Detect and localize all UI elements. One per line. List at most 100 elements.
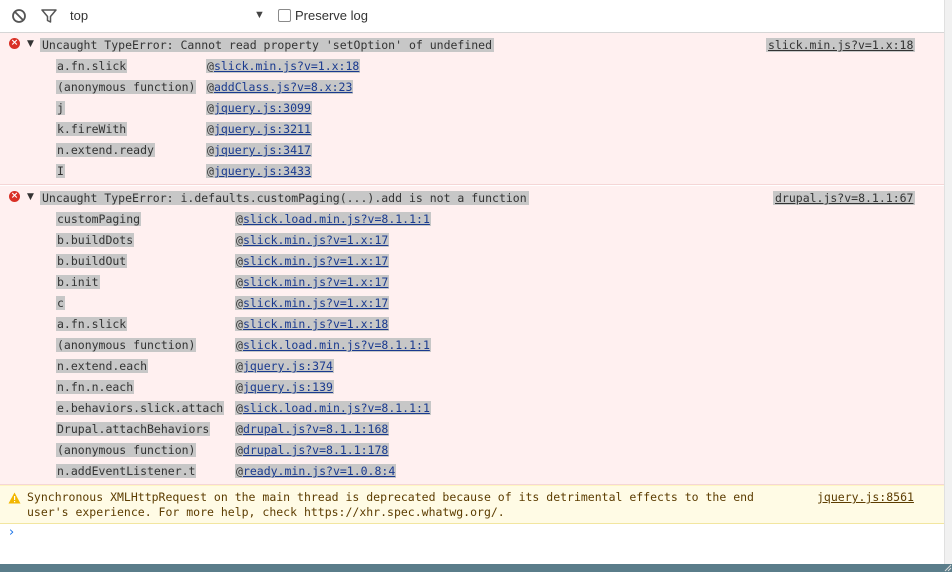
at-symbol: @ [207,101,214,115]
stack-frame-function: n.extend.ready [56,143,155,157]
stack-frame-function: b.init [56,275,100,289]
stack-frame-link[interactable]: jquery.js:3099 [214,101,311,115]
at-symbol: @ [236,338,243,352]
stack-frame-function: customPaging [56,212,142,226]
stack-frame-function: (anonymous function) [56,80,197,94]
stack-frame-function: (anonymous function) [56,443,197,457]
filter-icon[interactable] [41,8,57,24]
error-icon: × [9,191,20,202]
warning-text: Synchronous XMLHttpRequest on the main t… [27,490,761,519]
stack-frame-function: n.addEventListener.t [56,464,197,478]
preserve-log-label[interactable]: Preserve log [295,8,368,23]
stack-frame-link[interactable]: slick.load.min.js?v=8.1.1:1 [243,401,430,415]
stack-frame-link[interactable]: addClass.js?v=8.x:23 [214,80,352,94]
at-symbol: @ [236,275,243,289]
stack-frame-location: @ready.min.js?v=1.0.8:4 [235,464,397,478]
at-symbol: @ [207,59,214,73]
stack-frame-link[interactable]: slick.min.js?v=1.x:17 [243,254,388,268]
resize-grip-icon[interactable] [942,562,952,572]
at-symbol: @ [236,443,243,457]
at-symbol: @ [207,164,214,178]
stack-frame-location: @jquery.js:3433 [206,164,312,178]
at-symbol: @ [236,359,243,373]
stack-frame-location: @slick.min.js?v=1.x:17 [235,275,390,289]
stack-frame-location: @drupal.js?v=8.1.1:178 [235,443,390,457]
error-icon: × [9,38,20,49]
error-message: × ▼ Uncaught TypeError: i.defaults.customP… [0,186,944,485]
stack-frame-function: b.buildDots [56,233,135,247]
error-source-link[interactable]: drupal.js?v=8.1.1:67 [773,191,916,205]
stack-frame-function: a.fn.slick [56,317,128,331]
at-symbol: @ [207,143,214,157]
stack-frame-function: e.behaviors.slick.attach [56,401,225,415]
error-text: Uncaught TypeError: i.defaults.customPag… [40,191,529,205]
at-symbol: @ [236,464,243,478]
stack-frame-link[interactable]: slick.min.js?v=1.x:18 [243,317,388,331]
stack-frame-location: @slick.load.min.js?v=8.1.1:1 [235,212,431,226]
stack-frame-location: @slick.min.js?v=1.x:17 [235,254,390,268]
expand-triangle-icon[interactable]: ▼ [27,192,34,202]
scrollbar[interactable] [944,0,952,564]
stack-frame-location: @drupal.js?v=8.1.1:168 [235,422,390,436]
at-symbol: @ [236,233,243,247]
at-symbol: @ [236,254,243,268]
stack-frame-location: @jquery.js:3417 [206,143,312,157]
window-bottom-edge [0,564,952,572]
context-selector[interactable]: top [70,8,88,23]
error-text: Uncaught TypeError: Cannot read property… [40,38,495,52]
at-symbol: @ [236,380,243,394]
stack-frame-function: c [56,296,65,310]
at-symbol: @ [207,122,214,136]
at-symbol: @ [236,422,243,436]
warning-message: Synchronous XMLHttpRequest on the main t… [0,485,944,524]
stack-frame-link[interactable]: slick.min.js?v=1.x:18 [214,59,359,73]
expand-triangle-icon[interactable]: ▼ [27,39,34,49]
stack-frame-location: @slick.min.js?v=1.x:17 [235,296,390,310]
preserve-log-checkbox[interactable] [278,9,291,22]
at-symbol: @ [236,212,243,226]
stack-frame-link[interactable]: slick.load.min.js?v=8.1.1:1 [243,338,430,352]
at-symbol: @ [236,317,243,331]
chevron-down-icon[interactable]: ▼ [254,9,265,21]
clear-console-icon[interactable] [11,8,27,24]
stack-frame-link[interactable]: jquery.js:139 [243,380,333,394]
stack-frame-location: @slick.load.min.js?v=8.1.1:1 [235,338,431,352]
stack-frame-location: @slick.min.js?v=1.x:18 [206,59,361,73]
stack-frame-location: @jquery.js:3099 [206,101,312,115]
stack-frame-link[interactable]: drupal.js?v=8.1.1:178 [243,443,388,457]
stack-frame-function: n.extend.each [56,359,149,373]
stack-frame-function: Drupal.attachBehaviors [56,422,211,436]
stack-frame-link[interactable]: jquery.js:3417 [214,143,311,157]
stack-frame-location: @jquery.js:374 [235,359,334,373]
stack-frame-function: I [56,164,65,178]
warning-icon [8,492,21,504]
at-symbol: @ [236,296,243,310]
error-source-link[interactable]: slick.min.js?v=1.x:18 [766,38,916,52]
stack-frame-function: a.fn.slick [56,59,128,73]
stack-frame-link[interactable]: slick.load.min.js?v=8.1.1:1 [243,212,430,226]
stack-frame-location: @slick.load.min.js?v=8.1.1:1 [235,401,431,415]
stack-frame-link[interactable]: ready.min.js?v=1.0.8:4 [243,464,395,478]
stack-frame-function: (anonymous function) [56,338,197,352]
stack-frame-link[interactable]: jquery.js:374 [243,359,333,373]
console-prompt-icon[interactable]: › [9,525,14,540]
stack-frame-link[interactable]: jquery.js:3211 [214,122,311,136]
at-symbol: @ [236,401,243,415]
console-messages: × ▼ Uncaught TypeError: Cannot read proper… [0,33,944,564]
warning-source-link[interactable]: jquery.js:8561 [817,490,914,504]
stack-frame-location: @jquery.js:3211 [206,122,312,136]
at-symbol: @ [207,80,214,94]
stack-frame-link[interactable]: drupal.js?v=8.1.1:168 [243,422,388,436]
stack-frame-function: n.fn.n.each [56,380,135,394]
stack-frame-location: @addClass.js?v=8.x:23 [206,80,354,94]
error-message: × ▼ Uncaught TypeError: Cannot read proper… [0,33,944,185]
stack-frame-link[interactable]: slick.min.js?v=1.x:17 [243,296,388,310]
stack-frame-location: @jquery.js:139 [235,380,334,394]
stack-frame-link[interactable]: jquery.js:3433 [214,164,311,178]
stack-frame-link[interactable]: slick.min.js?v=1.x:17 [243,275,388,289]
stack-frame-function: k.fireWith [56,122,128,136]
stack-frame-link[interactable]: slick.min.js?v=1.x:17 [243,233,388,247]
stack-frame-location: @slick.min.js?v=1.x:17 [235,233,390,247]
stack-frame-location: @slick.min.js?v=1.x:18 [235,317,390,331]
stack-frame-function: b.buildOut [56,254,128,268]
